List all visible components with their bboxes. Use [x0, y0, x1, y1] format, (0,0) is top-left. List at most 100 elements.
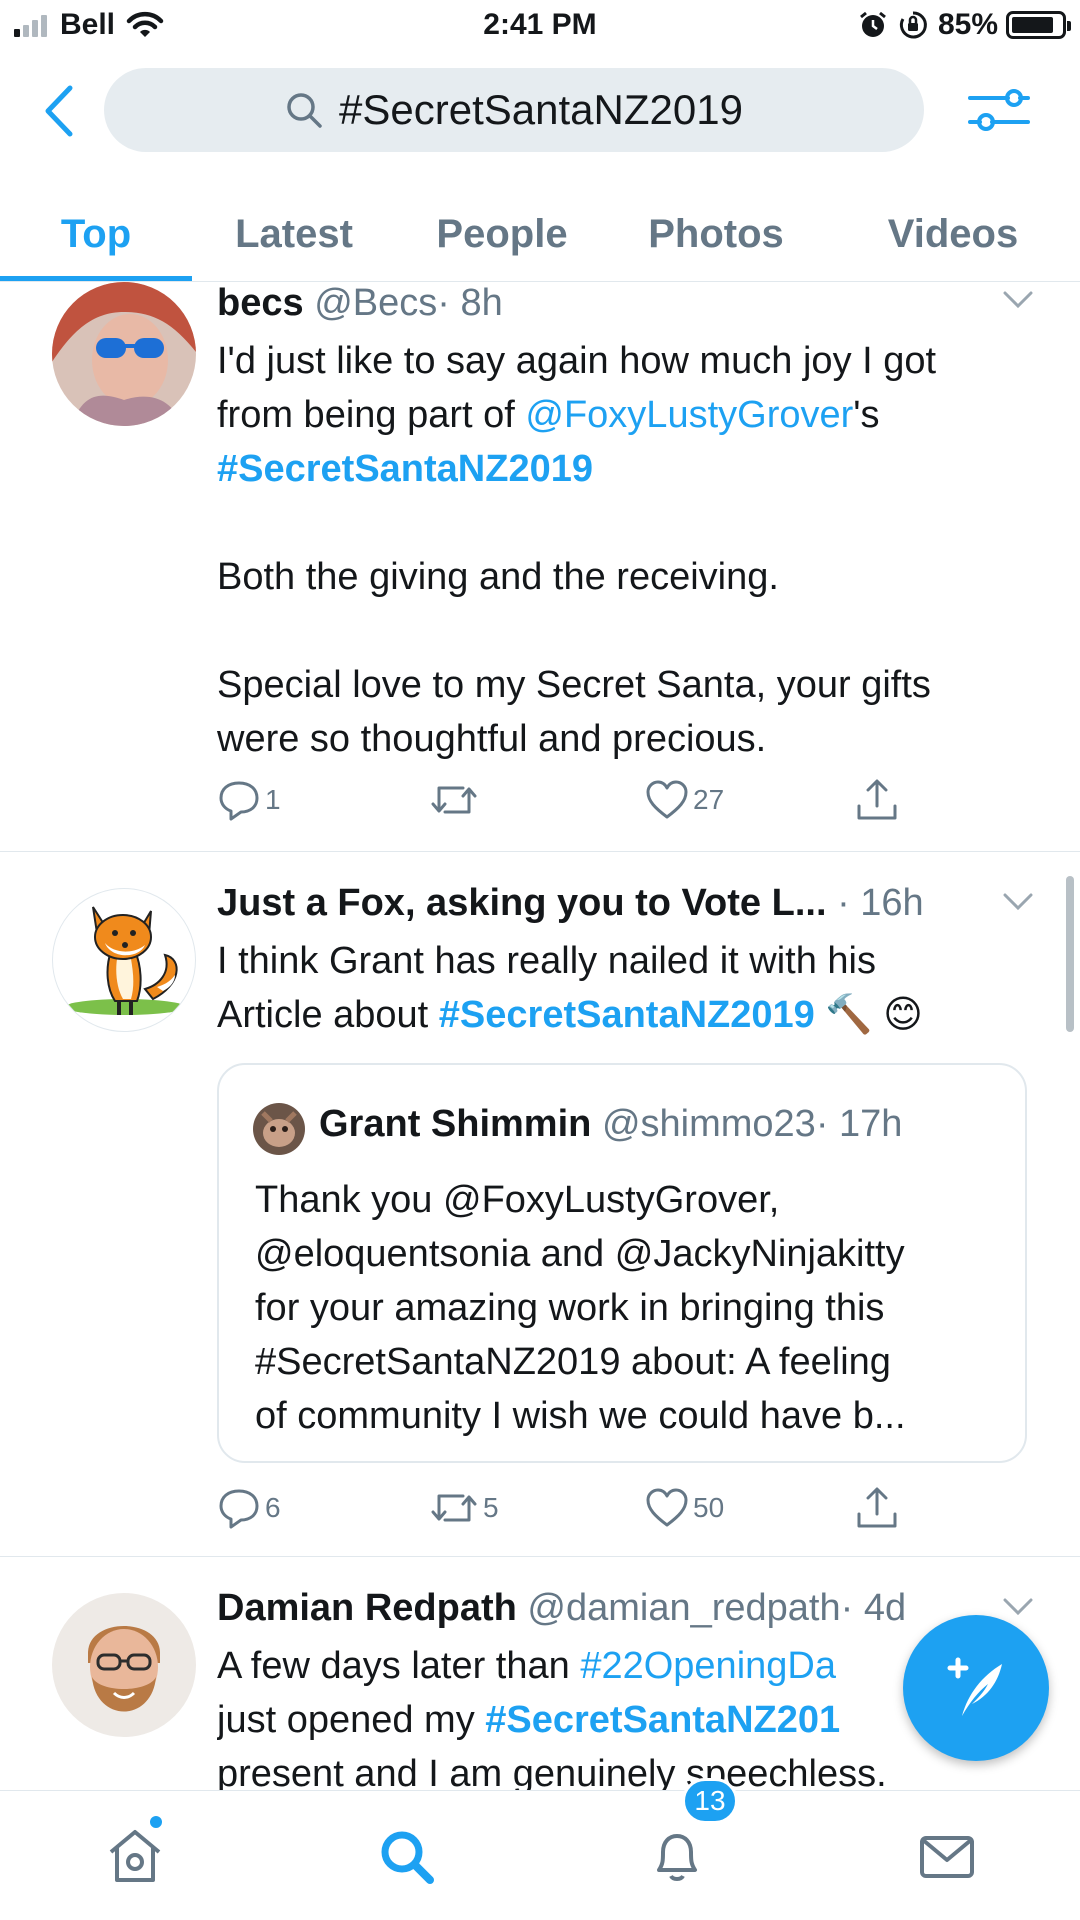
tweet-header: Damian Redpath @damian_redpath· 4d	[217, 1587, 906, 1630]
tweet-line: I think Grant has really nailed it with …	[217, 940, 876, 982]
quoted-line: @eloquentsonia and @JackyNinjakitty	[255, 1233, 905, 1275]
tweet-text-span: A few days later than	[217, 1645, 581, 1687]
tweet[interactable]: becs @Becs· 8h I'd just like to say agai…	[0, 282, 1080, 852]
avatar[interactable]	[52, 1593, 196, 1737]
hashtag-link[interactable]: #SecretSantaNZ2019	[217, 442, 1037, 496]
back-chevron-icon[interactable]	[36, 84, 84, 138]
mention-link[interactable]: @FoxyLustyGrover	[525, 394, 853, 436]
hashtag-link[interactable]: #SecretSantaNZ2019	[439, 994, 815, 1036]
retweet-count: 5	[483, 1492, 499, 1523]
retweet-button[interactable]	[429, 778, 483, 822]
nav-home[interactable]	[100, 1821, 170, 1891]
compose-feather-icon	[947, 1657, 1002, 1716]
quoted-time: · 17h	[815, 1103, 903, 1145]
like-button[interactable]: 27	[645, 778, 724, 822]
alarm-icon	[860, 11, 886, 37]
search-icon	[381, 1831, 434, 1884]
quoted-line: for your amazing work in bringing this	[255, 1287, 885, 1329]
quoted-tweet[interactable]: Grant Shimmin @shimmo23· 17h Thank you @…	[217, 1063, 1027, 1463]
search-header: #SecretSantaNZ2019	[0, 62, 1080, 158]
tweet-line: present and I am genuinely speechless.	[217, 1753, 887, 1790]
reply-button[interactable]: 6	[217, 1486, 281, 1530]
tab-photos[interactable]: Photos	[614, 186, 818, 282]
reply-button[interactable]: 1	[217, 778, 281, 822]
retweet-button[interactable]: 5	[429, 1486, 499, 1530]
author-name[interactable]: Damian Redpath	[217, 1587, 517, 1629]
like-count: 50	[693, 1492, 725, 1523]
chevron-down-icon[interactable]	[1002, 1597, 1034, 1617]
tab-latest[interactable]: Latest	[200, 186, 388, 282]
share-button[interactable]	[855, 1486, 903, 1530]
hashtag-link[interactable]: #SecretSantaNZ201	[485, 1699, 840, 1741]
tweet-line: Article about #SecretSantaNZ2019 🔨 😊	[217, 988, 1037, 1042]
avatar-photo	[52, 282, 196, 426]
quoted-avatar-photo	[253, 1103, 305, 1155]
author-name[interactable]: Just a Fox, asking you to Vote L...	[217, 882, 827, 924]
heart-icon	[646, 1488, 688, 1527]
tweet-line: Both the giving and the receiving.	[217, 556, 779, 598]
tweet-actions: 6 5 50	[217, 1486, 1037, 1536]
avatar-photo	[52, 1593, 196, 1737]
tweet-time: · 16h	[837, 882, 924, 924]
status-bar: Bell 2:41 PM 85%	[0, 0, 1080, 52]
notifications-badge: 13	[682, 1778, 738, 1824]
tweet-text-span: 's	[853, 394, 880, 436]
search-filter-icon[interactable]	[968, 82, 1030, 138]
tab-videos[interactable]: Videos	[850, 186, 1056, 282]
reply-icon	[219, 781, 259, 821]
tweet-text-span: from being part of	[217, 394, 526, 436]
quoted-author-handle: @shimmo23	[601, 1103, 816, 1145]
quoted-avatar[interactable]	[253, 1103, 305, 1155]
hashtag-link[interactable]: #22OpeningDa	[580, 1645, 836, 1687]
author-name[interactable]: becs	[217, 282, 304, 324]
quoted-author-name: Grant Shimmin	[319, 1103, 592, 1145]
reply-count: 1	[265, 784, 281, 815]
tab-top[interactable]: Top	[0, 186, 192, 282]
messages-icon	[920, 1836, 974, 1878]
notifications-icon	[657, 1834, 697, 1881]
nav-search[interactable]	[371, 1821, 441, 1891]
tweet-line: from being part of @FoxyLustyGrover's	[217, 388, 1037, 442]
tweet-line: were so thoughtful and precious.	[217, 718, 767, 760]
tweet-text: I'd just like to say again how much joy …	[217, 334, 1037, 766]
tab-people[interactable]: People	[404, 186, 600, 282]
status-right: 85%	[858, 8, 1071, 42]
retweet-icon	[431, 786, 477, 814]
chevron-down-icon[interactable]	[1002, 892, 1034, 912]
quoted-header: Grant Shimmin @shimmo23· 17h	[319, 1103, 902, 1146]
search-input[interactable]: #SecretSantaNZ2019	[104, 68, 924, 152]
home-unread-dot	[148, 1814, 164, 1830]
share-button[interactable]	[855, 778, 903, 822]
scrollbar[interactable]	[1066, 876, 1074, 1032]
reply-count: 6	[265, 1492, 281, 1523]
tweet-line: Special love to my Secret Santa, your gi…	[217, 664, 931, 706]
tweet-text-span: just opened my	[217, 1699, 486, 1741]
author-handle: @Becs	[314, 282, 438, 324]
tweet-text-span: Article about	[217, 994, 439, 1036]
chevron-down-icon[interactable]	[1002, 290, 1034, 310]
tweet-time: · 4d	[840, 1587, 907, 1629]
avatar[interactable]	[52, 282, 196, 426]
quoted-text: Thank you @FoxyLustyGrover, @eloquentson…	[255, 1173, 1005, 1443]
emoji: 🔨 😊	[825, 994, 923, 1036]
compose-tweet-button[interactable]	[903, 1615, 1049, 1761]
avatar[interactable]	[52, 888, 196, 1032]
nav-messages[interactable]	[912, 1821, 982, 1891]
search-tabs: Top Latest People Photos Videos	[0, 186, 1080, 282]
tweet-actions: 1 27	[217, 778, 1037, 828]
battery-icon	[1006, 11, 1071, 39]
nav-notifications[interactable]	[642, 1821, 712, 1891]
battery-fill	[1012, 17, 1053, 33]
quoted-line: #SecretSantaNZ2019 about: A feeling	[255, 1341, 891, 1383]
like-button[interactable]: 50	[645, 1486, 724, 1530]
share-icon	[857, 779, 897, 820]
tweet-line: I'd just like to say again how much joy …	[217, 340, 937, 382]
bottom-nav	[0, 1790, 1080, 1920]
reply-icon	[219, 1489, 259, 1529]
search-query[interactable]: #SecretSantaNZ2019	[339, 86, 743, 134]
author-handle: @damian_redpath	[527, 1587, 841, 1629]
orientation-lock-icon	[899, 11, 927, 39]
active-tab-indicator	[0, 276, 192, 281]
tweet-text: I think Grant has really nailed it with …	[217, 934, 1037, 1042]
share-icon	[857, 1487, 897, 1528]
